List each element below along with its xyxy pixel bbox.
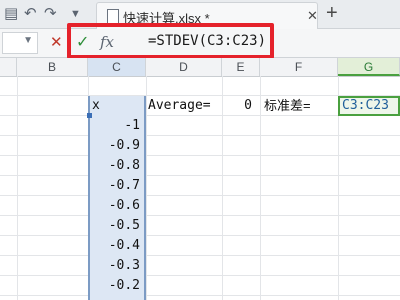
- cell-c-value[interactable]: -0.3: [90, 256, 140, 276]
- table-row: [0, 196, 400, 216]
- table-row: [0, 276, 400, 296]
- corner-select-all[interactable]: [0, 58, 17, 76]
- table-row: [0, 256, 400, 276]
- cell-c-value[interactable]: -0.4: [90, 236, 140, 256]
- cell-c-value[interactable]: -0.2: [90, 276, 140, 296]
- table-row: [0, 116, 400, 136]
- quick-access-dropdown-icon[interactable]: ▼: [70, 5, 81, 23]
- column-header-d[interactable]: D: [146, 58, 222, 76]
- name-box[interactable]: ▼: [2, 32, 38, 54]
- formula-highlight-box: [67, 23, 274, 59]
- cell-g-formula[interactable]: C3:C23: [342, 96, 389, 116]
- cell-c-value[interactable]: -0.9: [90, 136, 140, 156]
- cell-c-value[interactable]: -0.8: [90, 156, 140, 176]
- cell-d-header[interactable]: Average=: [148, 96, 211, 116]
- undo-icon[interactable]: ↶: [24, 5, 37, 23]
- cell-c-value[interactable]: -0.7: [90, 176, 140, 196]
- table-row: [0, 216, 400, 236]
- table-row: [0, 136, 400, 156]
- chevron-down-icon[interactable]: ▼: [23, 35, 33, 46]
- column-header-e[interactable]: E: [222, 58, 260, 76]
- cell-e-value[interactable]: 0: [222, 96, 252, 116]
- column-headers: B C D E F G: [0, 58, 400, 77]
- redo-icon[interactable]: ↷: [44, 5, 57, 23]
- table-row: [0, 156, 400, 176]
- cancel-formula-button[interactable]: ✕: [50, 33, 63, 51]
- cell-c-value[interactable]: -1: [90, 116, 140, 136]
- spreadsheet-file-icon: [107, 9, 119, 24]
- new-tab-button[interactable]: +: [326, 2, 338, 25]
- column-header-f[interactable]: F: [260, 58, 338, 76]
- table-row: [0, 76, 400, 96]
- table-row: [0, 176, 400, 196]
- cell-c-value[interactable]: -0.6: [90, 196, 140, 216]
- cell-f-label[interactable]: 标准差=: [264, 96, 311, 116]
- column-header-b[interactable]: B: [17, 58, 88, 76]
- save-icon[interactable]: ▤: [4, 5, 18, 23]
- cell-c-value[interactable]: -0.5: [90, 216, 140, 236]
- close-tab-icon[interactable]: ✕: [307, 8, 318, 24]
- cell-c-header[interactable]: x: [92, 96, 100, 116]
- column-header-g[interactable]: G: [338, 58, 400, 76]
- column-header-c[interactable]: C: [88, 58, 146, 76]
- table-row: [0, 236, 400, 256]
